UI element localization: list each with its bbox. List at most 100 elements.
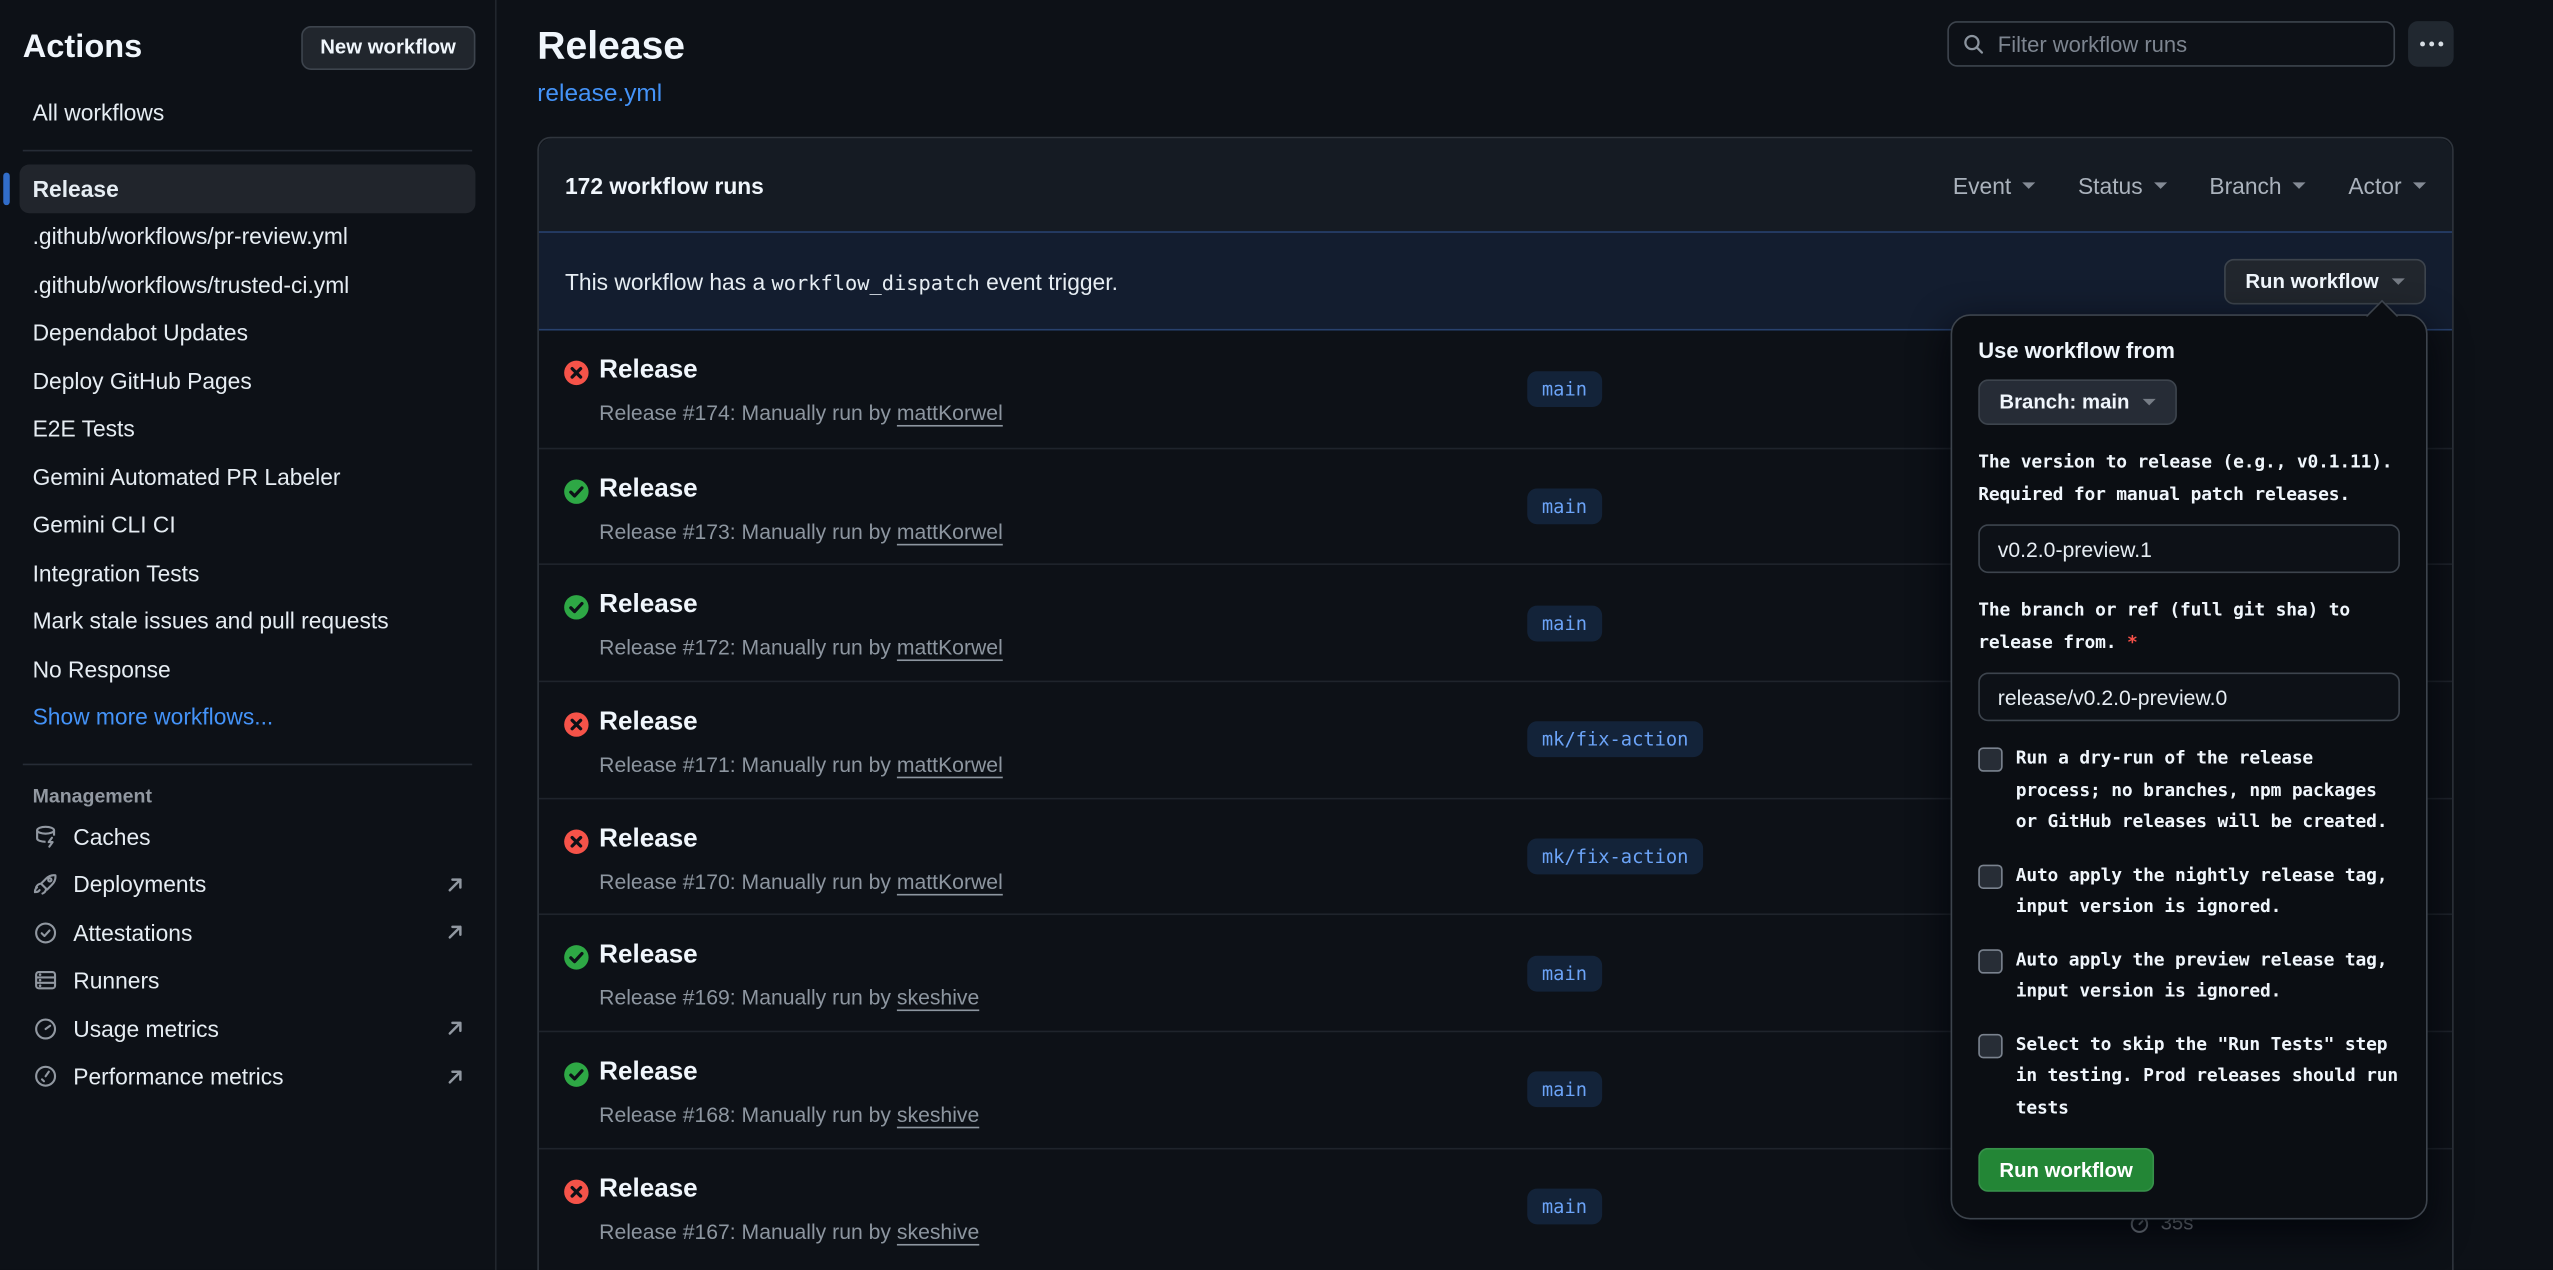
status-filter-dropdown[interactable]: Status	[2078, 172, 2167, 198]
run-actor-link[interactable]: skeshive	[897, 1102, 979, 1126]
sidebar-item-attestations[interactable]: Attestations	[20, 909, 476, 957]
run-subtitle: Release #173: Manually run by mattKorwel	[599, 519, 1003, 543]
dry-run-option: Run a dry-run of the release process; no…	[1978, 742, 2400, 837]
workflow-dispatch-code: workflow_dispatch	[771, 269, 979, 293]
branch-badge[interactable]: mk/fix-action	[1527, 722, 1703, 758]
run-title-link[interactable]: Release	[599, 475, 698, 504]
sidebar-item-gemini-cli-ci[interactable]: Gemini CLI CI	[20, 501, 476, 549]
run-workflow-dispatch-panel: Use workflow from Branch: main The versi…	[1951, 314, 2428, 1219]
new-workflow-button[interactable]: New workflow	[301, 25, 476, 69]
page-header: Release release.yml	[537, 23, 685, 109]
run-actor-link[interactable]: mattKorwel	[897, 869, 1003, 893]
sidebar-item-e2e-tests[interactable]: E2E Tests	[20, 405, 476, 453]
external-link-icon	[444, 1066, 465, 1087]
chevron-down-icon	[2392, 278, 2405, 285]
chevron-down-icon	[2154, 182, 2167, 189]
ref-input[interactable]	[1978, 672, 2400, 721]
branch-badge[interactable]: main	[1527, 371, 1601, 407]
sidebar-item-gemini-pr-labeler[interactable]: Gemini Automated PR Labeler	[20, 453, 476, 501]
preview-tag-option: Auto apply the preview release tag, inpu…	[1978, 944, 2400, 1007]
sidebar-item-pr-review[interactable]: .github/workflows/pr-review.yml	[20, 212, 476, 260]
runs-count: 172 workflow runs	[565, 172, 764, 198]
workflow-nav: Release .github/workflows/pr-review.yml …	[20, 164, 476, 741]
filter-workflow-runs	[1947, 21, 2395, 67]
actor-filter-dropdown[interactable]: Actor	[2348, 172, 2426, 198]
run-actor-link[interactable]: mattKorwel	[897, 519, 1003, 543]
branch-selector-button[interactable]: Branch: main	[1978, 379, 2176, 425]
sidebar-item-all-workflows[interactable]: All workflows	[20, 88, 476, 136]
branch-badge[interactable]: main	[1527, 955, 1601, 991]
run-title-link[interactable]: Release	[599, 357, 698, 386]
sidebar-divider	[23, 149, 472, 151]
run-workflow-dropdown-button[interactable]: Run workflow	[2224, 258, 2426, 304]
sidebar-item-usage-metrics[interactable]: Usage metrics	[20, 1005, 476, 1053]
run-title-link[interactable]: Release	[599, 1175, 698, 1204]
branch-badge[interactable]: main	[1527, 1072, 1601, 1108]
checkbox-label: Run a dry-run of the release process; no…	[2016, 742, 2388, 837]
run-subtitle: Release #174: Manually run by mattKorwel	[599, 401, 1003, 425]
external-link-icon	[444, 922, 465, 943]
sidebar-item-no-response[interactable]: No Response	[20, 645, 476, 693]
sidebar-item-dependabot-updates[interactable]: Dependabot Updates	[20, 309, 476, 357]
branch-badge[interactable]: main	[1527, 489, 1601, 525]
sidebar-title: Actions	[23, 28, 142, 65]
version-input[interactable]	[1978, 524, 2400, 573]
search-icon	[1962, 33, 1985, 56]
workflow-file-link[interactable]: release.yml	[537, 80, 662, 108]
sidebar-item-label: Deployments	[73, 871, 206, 897]
branch-badge[interactable]: mk/fix-action	[1527, 839, 1703, 875]
checkbox-label: Auto apply the preview release tag, inpu…	[2016, 944, 2388, 1007]
run-title-link[interactable]: Release	[599, 708, 698, 737]
run-workflow-submit-button[interactable]: Run workflow	[1978, 1148, 2154, 1192]
run-title-link[interactable]: Release	[599, 592, 698, 621]
success-icon	[563, 1062, 589, 1088]
run-title-link[interactable]: Release	[599, 825, 698, 854]
preview-tag-checkbox[interactable]	[1978, 948, 2002, 972]
branch-badge[interactable]: main	[1527, 1189, 1601, 1225]
dry-run-checkbox[interactable]	[1978, 747, 2002, 771]
run-subtitle: Release #167: Manually run by skeshive	[599, 1219, 979, 1243]
sidebar-item-mark-stale[interactable]: Mark stale issues and pull requests	[20, 597, 476, 645]
run-subtitle: Release #169: Manually run by skeshive	[599, 986, 979, 1010]
run-actor-link[interactable]: skeshive	[897, 1219, 979, 1243]
run-title-link[interactable]: Release	[599, 1059, 698, 1088]
sidebar-item-label: Usage metrics	[73, 1016, 219, 1042]
success-icon	[563, 478, 589, 504]
success-icon	[563, 595, 589, 621]
verified-badge-icon	[33, 920, 59, 946]
sidebar-item-deploy-github-pages[interactable]: Deploy GitHub Pages	[20, 357, 476, 405]
show-more-workflows-link[interactable]: Show more workflows...	[20, 693, 476, 741]
run-actor-link[interactable]: mattKorwel	[897, 636, 1003, 660]
runs-filters: Event Status Branch Actor	[1953, 172, 2426, 198]
sidebar-item-deployments[interactable]: Deployments	[20, 860, 476, 908]
chevron-down-icon	[2413, 182, 2426, 189]
sidebar-item-caches[interactable]: Caches	[20, 812, 476, 860]
event-filter-dropdown[interactable]: Event	[1953, 172, 2036, 198]
run-title-link[interactable]: Release	[599, 942, 698, 971]
version-field-label: The version to release (e.g., v0.1.11). …	[1978, 446, 2400, 509]
sidebar-item-trusted-ci[interactable]: .github/workflows/trusted-ci.yml	[20, 261, 476, 309]
actions-page: Actions New workflow All workflows Relea…	[0, 0, 2553, 1270]
ref-field-label: The branch or ref (full git sha) to rele…	[1978, 594, 2400, 657]
goal-icon	[33, 1064, 59, 1090]
sidebar-item-integration-tests[interactable]: Integration Tests	[20, 549, 476, 597]
run-subtitle: Release #168: Manually run by skeshive	[599, 1102, 979, 1126]
nightly-tag-checkbox[interactable]	[1978, 864, 2002, 888]
sidebar-item-runners[interactable]: Runners	[20, 957, 476, 1005]
sidebar-item-label: Attestations	[73, 920, 192, 946]
skip-tests-checkbox[interactable]	[1978, 1033, 2002, 1057]
filter-workflow-runs-input[interactable]	[1947, 21, 2395, 67]
required-asterisk: *	[2127, 631, 2138, 652]
page-title: Release	[537, 23, 685, 72]
external-link-icon	[444, 1018, 465, 1039]
failure-icon	[563, 828, 589, 854]
branch-badge[interactable]: main	[1527, 605, 1601, 641]
sidebar-item-release[interactable]: Release	[20, 164, 476, 213]
branch-filter-dropdown[interactable]: Branch	[2209, 172, 2306, 198]
workflow-options-kebab-button[interactable]	[2408, 21, 2454, 67]
run-actor-link[interactable]: skeshive	[897, 986, 979, 1010]
run-actor-link[interactable]: mattKorwel	[897, 401, 1003, 425]
sidebar-item-performance-metrics[interactable]: Performance metrics	[20, 1053, 476, 1101]
run-actor-link[interactable]: mattKorwel	[897, 752, 1003, 776]
rocket-icon	[33, 871, 59, 897]
